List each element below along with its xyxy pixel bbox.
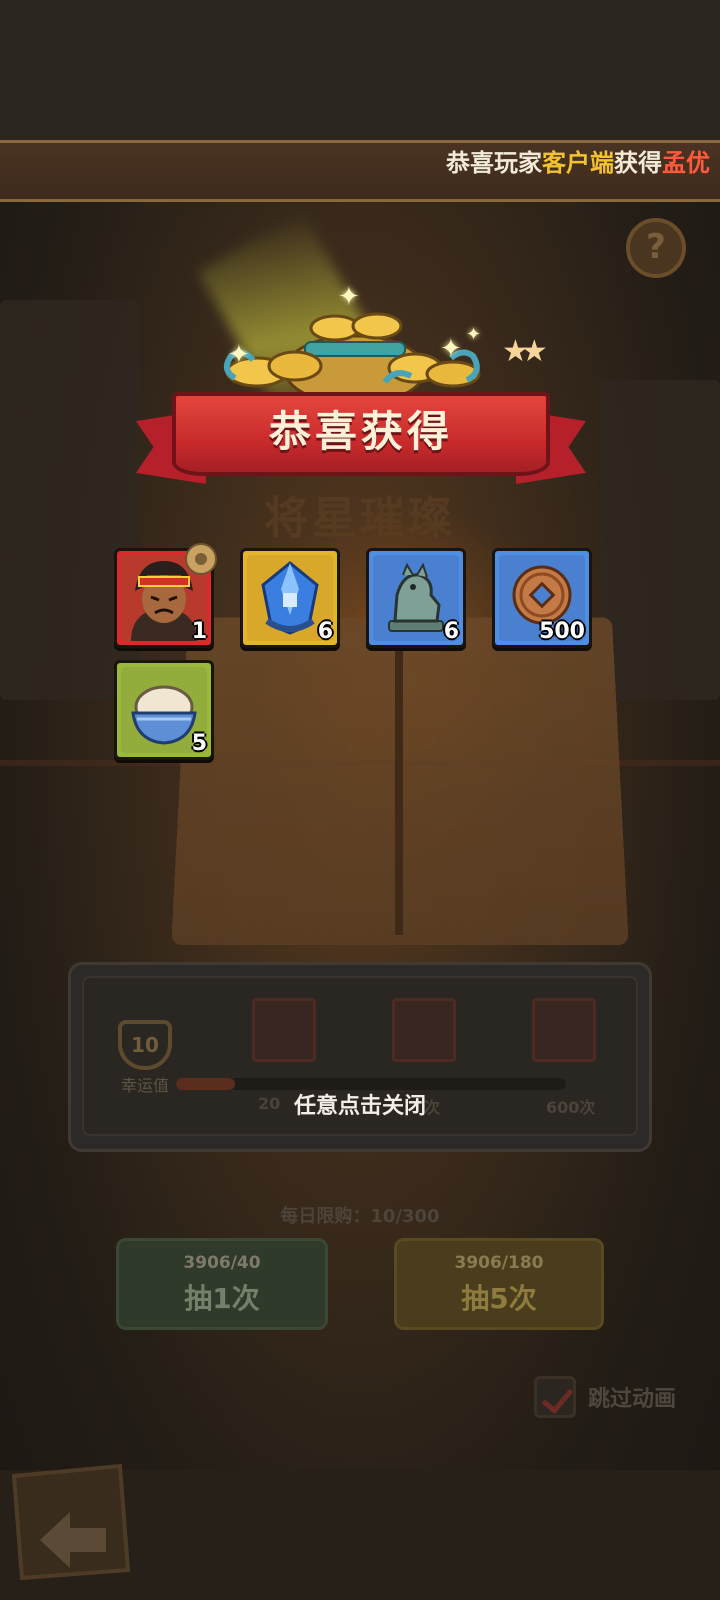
lucky-value-badge: 10 幸运值 <box>112 1020 178 1095</box>
sparkle-icon: ✦ <box>440 334 462 364</box>
congratulation-title: 恭喜获得 <box>268 407 453 456</box>
draw-1-cost: 3906/40 <box>183 1253 261 1273</box>
reward-item[interactable]: 5 <box>114 660 214 760</box>
draw-5-button: 3906/180 抽5次 <box>394 1238 604 1330</box>
checkbox-icon <box>534 1376 576 1418</box>
broadcast-hero-name: 孟优 <box>662 149 710 177</box>
reward-item[interactable]: 1 <box>114 543 217 648</box>
reward-quantity: 5 <box>191 731 207 756</box>
skip-animation-toggle: 跳过动画 <box>534 1376 676 1418</box>
milestone-reward-3 <box>532 998 596 1062</box>
broadcast-message: 恭喜玩家客户端获得孟优 <box>446 149 710 177</box>
broadcast-player-name: 客户端 <box>542 149 614 177</box>
background-scene: 将星璀璨 10 幸运值 20 次 600次 每日限购：10/300 3906/4… <box>0 0 720 1600</box>
reward-quantity: 6 <box>443 619 459 644</box>
reward-quantity: 6 <box>317 619 333 644</box>
sparkle-icon: ✦ <box>228 340 250 370</box>
question-mark-icon: ? <box>646 227 666 267</box>
draw-5-cost: 3906/180 <box>454 1253 544 1273</box>
draw-1-button: 3906/40 抽1次 <box>116 1238 328 1330</box>
draw-5-label: 抽5次 <box>461 1282 537 1315</box>
daily-limit-text: 每日限购：10/300 <box>280 1206 440 1227</box>
broadcast-banner: 恭喜玩家客户端获得孟优 <box>0 140 720 202</box>
double-star-icon: ★★ <box>502 334 548 369</box>
reward-item[interactable]: 6 <box>240 548 340 648</box>
help-button[interactable]: ? <box>626 218 686 278</box>
reward-quantity: 500 <box>539 619 585 644</box>
draw-1-label: 抽1次 <box>184 1282 260 1315</box>
back-arrow-icon <box>11 1463 131 1580</box>
skip-animation-label: 跳过动画 <box>588 1387 677 1412</box>
hero-type-badge-icon <box>185 543 217 575</box>
sparkle-icon: ✦ <box>338 282 360 312</box>
milestone-reward-1 <box>252 998 316 1062</box>
reward-quantity: 1 <box>191 619 207 644</box>
tap-anywhere-to-close-hint[interactable]: 任意点击关闭 <box>0 1088 720 1120</box>
reward-item[interactable]: 500 <box>492 548 592 648</box>
milestone-reward-2 <box>392 998 456 1062</box>
lucky-shield-icon: 10 <box>118 1020 172 1070</box>
sparkle-icon: ✦ <box>466 324 482 345</box>
reward-item[interactable]: 6 <box>366 548 466 648</box>
background-pool-title: 将星璀璨 <box>264 493 456 544</box>
